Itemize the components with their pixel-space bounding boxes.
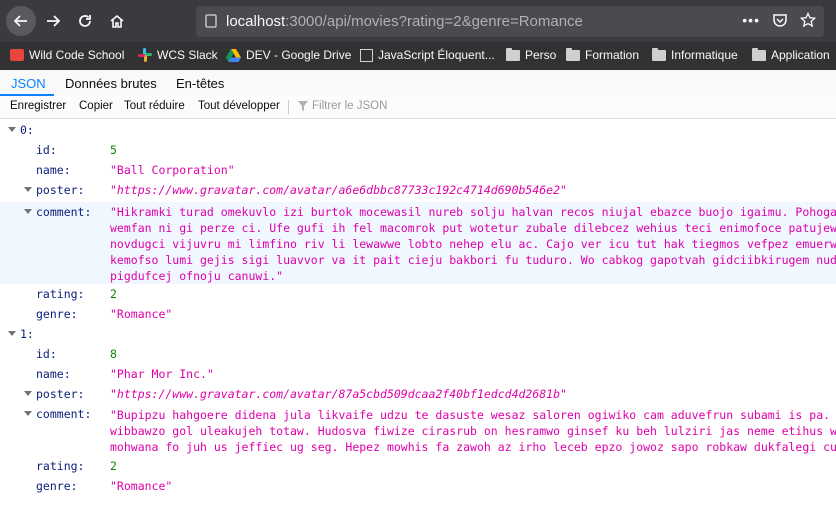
bookmark-dev-google-drive[interactable]: DEV - Google Drive: [226, 48, 351, 62]
bookmark-star-icon[interactable]: [800, 12, 816, 28]
javascript-eloquent-icon: [360, 48, 373, 62]
bookmark-javascript-eloquent[interactable]: JavaScript Éloquent...: [360, 48, 495, 62]
json-row-rating: rating: 2: [36, 287, 117, 301]
reload-button[interactable]: [70, 6, 100, 36]
expand-all-button[interactable]: Tout développer: [198, 100, 280, 112]
filter-icon: [298, 101, 308, 111]
bookmark-perso[interactable]: Perso: [506, 47, 557, 62]
reload-icon: [79, 15, 91, 27]
back-button[interactable]: [6, 6, 36, 36]
bookmark-application[interactable]: Application: [752, 47, 830, 62]
pocket-icon[interactable]: [772, 12, 788, 28]
filter-json-input[interactable]: Filtrer le JSON: [298, 100, 387, 112]
json-row-name: name: "Ball Corporation": [36, 163, 235, 177]
bookmark-label: Application: [771, 48, 830, 62]
json-row-comment[interactable]: comment: "Hikramki turad omekuvlo izi bu…: [0, 202, 836, 284]
google-drive-icon: [226, 48, 241, 62]
json-row-id: id: 8: [36, 347, 117, 361]
json-row-rating: rating: 2: [36, 459, 117, 473]
bookmark-label: Formation: [585, 48, 640, 62]
bookmarks-bar: Wild Code School WCS Slack DEV - Google …: [0, 42, 836, 71]
json-actions-bar: Enregistrer Copier Tout réduire Tout dév…: [0, 96, 836, 119]
wild-code-school-icon: [10, 49, 24, 61]
folder-icon: [566, 47, 580, 61]
tab-headers[interactable]: En-têtes: [176, 76, 224, 91]
json-row-index[interactable]: 1:: [0, 326, 836, 342]
copy-button[interactable]: Copier: [79, 100, 113, 112]
json-row-comment[interactable]: comment: "Bupipzu hahgoere didena jula l…: [0, 405, 836, 457]
slack-icon: [138, 48, 152, 62]
json-row-name: name: "Phar Mor Inc.": [36, 367, 214, 381]
bookmark-informatique[interactable]: Informatique: [652, 47, 738, 62]
json-row-poster[interactable]: poster: "https://www.gravatar.com/avatar…: [0, 386, 836, 402]
page-actions-icon[interactable]: •••: [742, 12, 760, 28]
twisty-down-icon[interactable]: [24, 209, 32, 214]
bookmark-label: WCS Slack: [157, 48, 218, 62]
bookmark-wcs-slack[interactable]: WCS Slack: [138, 48, 218, 62]
url-host: localhost: [226, 13, 286, 30]
arrow-right-icon: [47, 15, 61, 27]
forward-button[interactable]: [38, 6, 68, 36]
json-row-genre: genre: "Romance": [36, 307, 173, 321]
home-icon: [110, 14, 124, 28]
twisty-down-icon[interactable]: [24, 411, 32, 416]
twisty-down-icon[interactable]: [24, 187, 32, 192]
json-row-genre: genre: "Romance": [36, 479, 173, 493]
url-bar[interactable]: localhost:3000/api/movies?rating=2&genre…: [196, 6, 824, 37]
arrow-left-icon: [13, 15, 27, 27]
browser-toolbar: localhost:3000/api/movies?rating=2&genre…: [0, 0, 836, 42]
twisty-down-icon[interactable]: [24, 391, 32, 396]
json-row-id: id: 5: [36, 143, 117, 157]
url-path: :3000/api/movies?rating=2&genre=Romance: [285, 13, 583, 30]
bookmark-label: JavaScript Éloquent...: [378, 48, 495, 62]
tab-raw-data[interactable]: Données brutes: [65, 76, 157, 91]
bookmark-label: Perso: [525, 48, 557, 62]
bookmark-formation[interactable]: Formation: [566, 47, 640, 62]
folder-icon: [652, 47, 666, 61]
url-text: localhost:3000/api/movies?rating=2&genre…: [226, 13, 583, 30]
collapse-all-button[interactable]: Tout réduire: [124, 100, 185, 112]
filter-placeholder: Filtrer le JSON: [312, 100, 388, 112]
folder-icon: [506, 47, 520, 61]
tab-json[interactable]: JSON: [11, 76, 46, 91]
viewer-tabs: JSON Données brutes En-têtes: [0, 70, 836, 97]
bookmark-wild-code-school[interactable]: Wild Code School: [10, 48, 124, 62]
twisty-down-icon[interactable]: [8, 127, 16, 132]
bookmark-label: DEV - Google Drive: [246, 48, 352, 62]
page-icon: [205, 14, 217, 28]
divider: [288, 100, 289, 114]
bookmark-label: Informatique: [671, 48, 738, 62]
bookmark-label: Wild Code School: [29, 48, 125, 62]
twisty-down-icon[interactable]: [8, 331, 16, 336]
json-row-index[interactable]: 0:: [0, 122, 836, 138]
json-row-poster[interactable]: poster: "https://www.gravatar.com/avatar…: [0, 182, 836, 198]
home-button[interactable]: [102, 6, 132, 36]
folder-icon: [752, 47, 766, 61]
save-button[interactable]: Enregistrer: [10, 100, 66, 112]
